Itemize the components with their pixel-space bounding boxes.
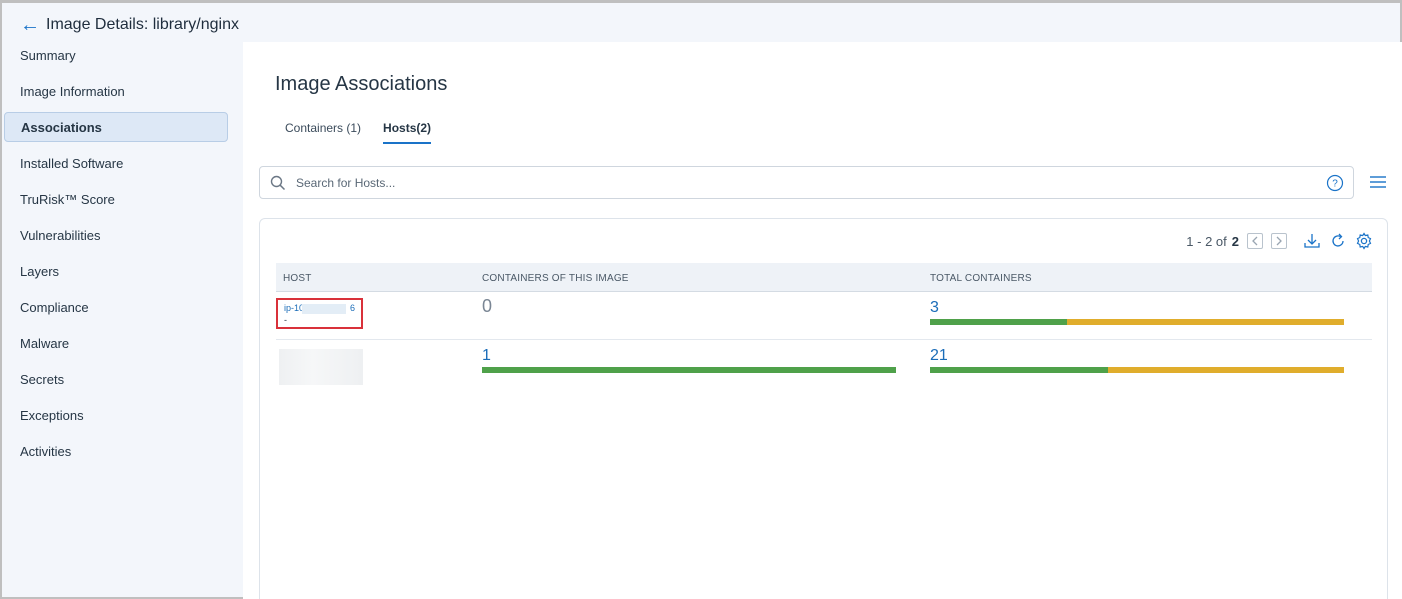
sidebar-item-installed-software[interactable]: Installed Software bbox=[4, 148, 228, 178]
sidebar-item-summary[interactable]: Summary bbox=[4, 40, 228, 70]
total-containers-link[interactable]: 21 bbox=[930, 347, 948, 365]
bar-segment-green bbox=[482, 367, 896, 373]
tab-containers[interactable]: Containers (1) bbox=[285, 121, 361, 144]
sidebar-item-label: Vulnerabilities bbox=[20, 227, 101, 243]
search-box: ? bbox=[259, 166, 1354, 199]
main-panel: Image Associations Containers (1) Hosts(… bbox=[243, 42, 1402, 599]
total-containers-bar bbox=[930, 319, 1344, 325]
sidebar-item-compliance[interactable]: Compliance bbox=[4, 292, 228, 322]
bar-segment-green bbox=[930, 367, 1109, 373]
sidebar-item-label: TruRisk™ Score bbox=[20, 191, 115, 207]
pager-range: 1 - 2 of bbox=[1186, 233, 1227, 249]
host-name-redaction bbox=[279, 349, 363, 385]
sidebar-item-activities[interactable]: Activities bbox=[4, 436, 228, 466]
sidebar-item-label: Layers bbox=[20, 263, 60, 279]
sidebar: Summary Image Information Associations I… bbox=[4, 40, 240, 472]
page-header: ← Image Details: library/nginx bbox=[20, 13, 239, 37]
app-window: ← Image Details: library/nginx Summary I… bbox=[0, 0, 1402, 599]
containers-of-image-bar bbox=[482, 367, 896, 373]
host-name-redaction bbox=[302, 304, 346, 314]
search-input[interactable] bbox=[296, 175, 1317, 190]
search-icon bbox=[260, 175, 296, 191]
sidebar-item-label: Secrets bbox=[20, 371, 65, 387]
total-containers-bar bbox=[930, 367, 1344, 373]
host-cell-highlight[interactable]: ip-10 6 - bbox=[276, 298, 363, 329]
sidebar-item-associations[interactable]: Associations bbox=[4, 112, 228, 142]
page-title: Image Details: library/nginx bbox=[46, 16, 239, 33]
containers-of-image-count: 0 bbox=[482, 296, 493, 316]
column-header-containers-of-image[interactable]: CONTAINERS OF THIS IMAGE bbox=[482, 273, 629, 284]
chevron-right-icon[interactable] bbox=[1271, 233, 1287, 249]
sidebar-item-label: Malware bbox=[20, 335, 70, 351]
bar-segment-yellow bbox=[1108, 367, 1344, 373]
table-row: ip-10 6 - 0 3 bbox=[276, 293, 1372, 340]
table-row: 1 21 bbox=[276, 341, 1372, 391]
bar-segment-green bbox=[930, 319, 1067, 325]
tab-hosts[interactable]: Hosts(2) bbox=[383, 121, 432, 144]
host-subtext: - bbox=[284, 315, 287, 325]
sidebar-item-layers[interactable]: Layers bbox=[4, 256, 228, 286]
section-title: Image Associations bbox=[275, 73, 448, 95]
tab-bar: Containers (1) Hosts(2) bbox=[285, 121, 432, 144]
pager-total: 2 bbox=[1231, 233, 1239, 249]
sidebar-item-label: Compliance bbox=[20, 299, 89, 315]
hosts-table-card: 1 - 2 of 2 HOST CONTAINERS OF THIS IMAGE… bbox=[259, 218, 1388, 599]
bar-segment-yellow bbox=[1066, 319, 1344, 325]
sidebar-item-label: Summary bbox=[20, 47, 76, 63]
table-header: HOST CONTAINERS OF THIS IMAGE TOTAL CONT… bbox=[276, 263, 1372, 292]
sidebar-item-label: Image Information bbox=[20, 83, 125, 99]
sidebar-item-trurisk-score[interactable]: TruRisk™ Score bbox=[4, 184, 228, 214]
column-header-host[interactable]: HOST bbox=[283, 273, 312, 284]
sidebar-item-label: Exceptions bbox=[20, 407, 84, 423]
pager: 1 - 2 of 2 bbox=[1186, 232, 1373, 250]
sidebar-item-malware[interactable]: Malware bbox=[4, 328, 228, 358]
sidebar-item-secrets[interactable]: Secrets bbox=[4, 364, 228, 394]
host-name-link[interactable]: ip-10 bbox=[284, 303, 304, 313]
menu-icon[interactable] bbox=[1369, 174, 1387, 195]
download-icon[interactable] bbox=[1303, 232, 1321, 250]
containers-of-image-link[interactable]: 1 bbox=[482, 347, 491, 365]
chevron-left-icon[interactable] bbox=[1247, 233, 1263, 249]
sidebar-item-vulnerabilities[interactable]: Vulnerabilities bbox=[4, 220, 228, 250]
sidebar-item-label: Activities bbox=[20, 443, 72, 459]
sidebar-item-exceptions[interactable]: Exceptions bbox=[4, 400, 228, 430]
column-header-total-containers[interactable]: TOTAL CONTAINERS bbox=[930, 273, 1032, 284]
svg-text:?: ? bbox=[1332, 178, 1338, 189]
sidebar-item-label: Associations bbox=[21, 119, 102, 135]
help-icon[interactable]: ? bbox=[1317, 174, 1353, 192]
sidebar-item-label: Installed Software bbox=[20, 155, 124, 171]
gear-icon[interactable] bbox=[1355, 232, 1373, 250]
sidebar-item-image-information[interactable]: Image Information bbox=[4, 76, 228, 106]
host-name-suffix: 6 bbox=[350, 303, 356, 313]
back-arrow-icon[interactable]: ← bbox=[20, 15, 40, 35]
total-containers-link[interactable]: 3 bbox=[930, 299, 939, 317]
refresh-icon[interactable] bbox=[1329, 232, 1347, 250]
